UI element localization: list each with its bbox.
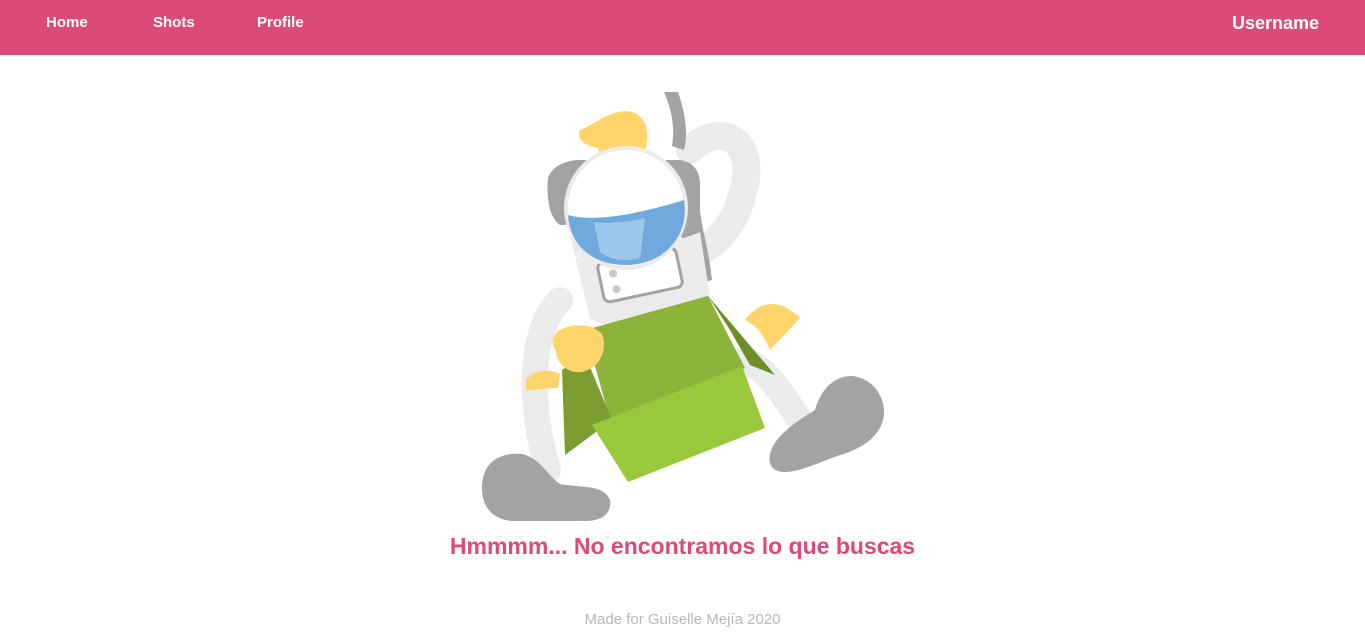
nav-home-link[interactable]: Home — [46, 13, 88, 33]
nav-profile-link[interactable]: Profile — [257, 13, 304, 33]
right-glove-behind — [745, 303, 800, 350]
astronaut-with-box-illustration — [470, 88, 900, 528]
username-menu[interactable]: Username — [1232, 12, 1319, 34]
footer-credit: Made for Guiselle Mejía 2020 — [584, 611, 781, 628]
astronaut-svg — [482, 92, 884, 521]
nav-shots-link[interactable]: Shots — [153, 13, 195, 33]
top-navbar: Home Shots Profile Username — [0, 0, 1365, 55]
antenna — [664, 92, 686, 150]
not-found-message: Hmmmm... No encontramos lo que buscas — [449, 533, 916, 559]
